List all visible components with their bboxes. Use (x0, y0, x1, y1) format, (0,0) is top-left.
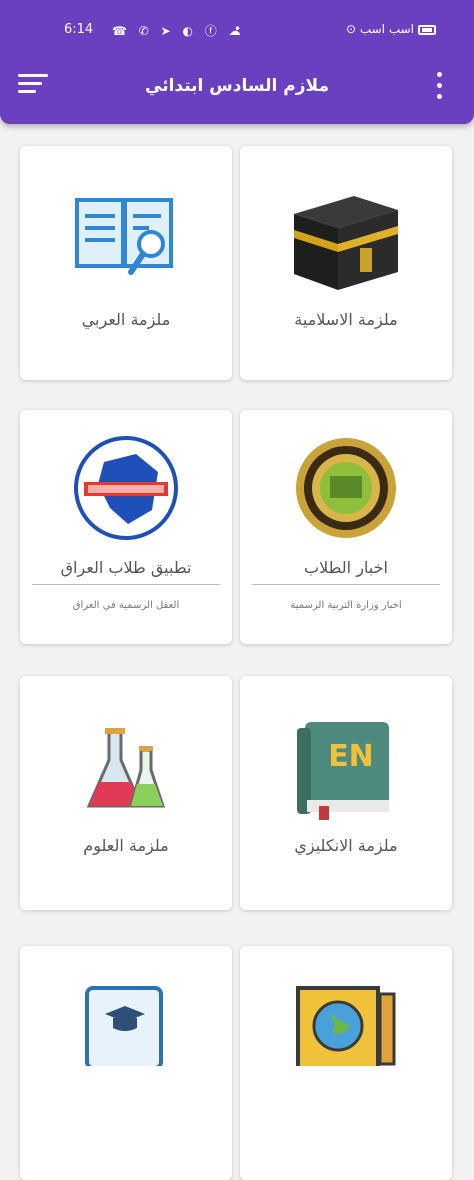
svg-text:EN: EN (328, 739, 374, 774)
graduation-tablet-icon (85, 986, 163, 1066)
card-title: اخبار الطلاب (304, 558, 388, 577)
status-time: 6:14 (64, 22, 94, 37)
divider (252, 584, 440, 585)
card-title: ملزمة الاسلامية (294, 310, 398, 329)
card-student-news[interactable]: اخبار الطلاب اخبار وزارة التربية الرسمية (240, 410, 452, 644)
notification-icons: ☎ ✆ ➤ ◐ ⓕ ☁ (112, 24, 245, 38)
kaaba-icon (294, 196, 398, 290)
card-subtitle: العقل الرسمية في العراق (72, 600, 180, 611)
menu-button[interactable] (18, 72, 50, 100)
card-title: ملزمة العربي (81, 310, 171, 329)
status-bar: 6:14 ☎ ✆ ➤ ◐ ⓕ ☁ • ⊙ اسب اسب (0, 14, 474, 48)
divider (32, 584, 220, 585)
more-vert-icon (437, 72, 442, 77)
card-subtitle: اخبار وزارة التربية الرسمية (290, 600, 402, 611)
card-science[interactable]: ملزمة العلوم (20, 676, 232, 910)
card-education[interactable] (20, 946, 232, 1180)
card-title: ملزمة العلوم (83, 836, 169, 855)
card-english[interactable]: EN ملزمة الانكليزي (240, 676, 452, 910)
ministry-seal-icon (296, 438, 396, 538)
english-book-icon: EN (297, 722, 389, 820)
page-title: ملازم السادس ابتدائي (145, 76, 329, 96)
menu-icon (18, 74, 48, 77)
iraq-map-logo-icon (74, 436, 178, 540)
book-magnifier-icon (75, 198, 173, 275)
card-iraq-students[interactable]: تطبيق طلاب العراق العقل الرسمية في العرا… (20, 410, 232, 644)
more-options-button[interactable] (432, 70, 448, 104)
card-title: تطبيق طلاب العراق (60, 558, 192, 577)
card-title: ملزمة الانكليزي (294, 836, 398, 855)
flasks-icon (86, 728, 166, 808)
status-carrier: ⊙ اسب اسب (345, 22, 414, 36)
battery-icon (418, 25, 436, 35)
card-arabic[interactable]: ملزمة العربي (20, 146, 232, 380)
globe-book-icon (296, 986, 396, 1066)
card-geography[interactable] (240, 946, 452, 1180)
app-bar: 6:14 ☎ ✆ ➤ ◐ ⓕ ☁ • ⊙ اسب اسب ملازم الساد… (0, 0, 474, 124)
card-islamic[interactable]: ملزمة الاسلامية (240, 146, 452, 380)
status-dot: • (234, 22, 242, 36)
